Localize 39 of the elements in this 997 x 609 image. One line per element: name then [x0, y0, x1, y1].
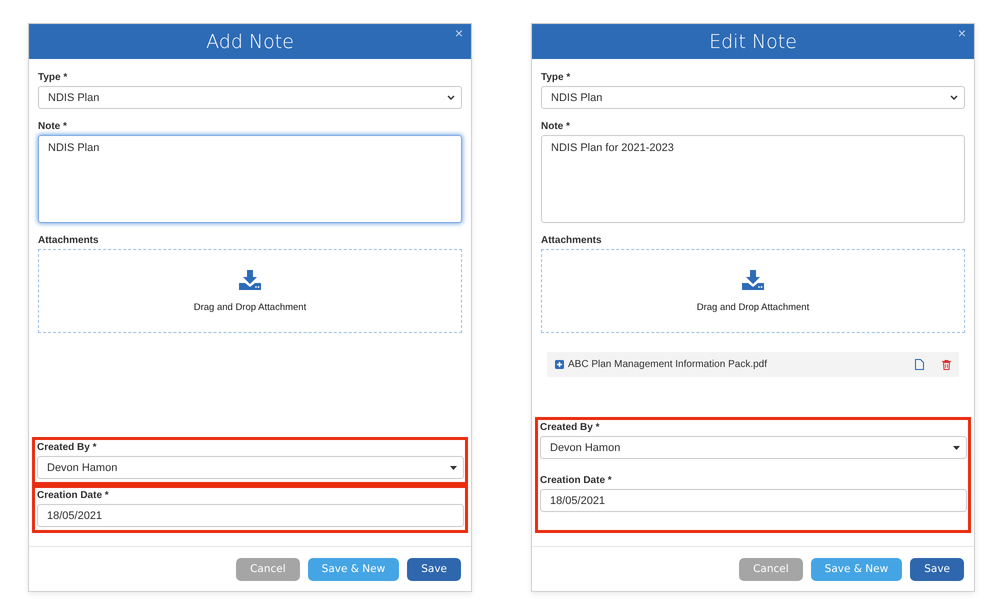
type-select[interactable]: NDIS Plan	[541, 86, 965, 109]
close-button[interactable]: ×	[958, 26, 966, 40]
download-icon	[742, 270, 764, 290]
dialog-title: Edit Note	[709, 30, 797, 52]
plus-square-icon[interactable]	[555, 360, 564, 369]
caret-down-icon	[953, 446, 960, 450]
field-label: Note *	[38, 121, 68, 132]
note-textarea[interactable]: NDIS Plan	[38, 135, 462, 223]
file-name: ABC Plan Management Information Pack.pdf	[568, 359, 768, 370]
date-field[interactable]: 18/05/2021	[540, 489, 967, 512]
field-label: Type *	[38, 72, 68, 83]
save-button[interactable]: Save	[407, 558, 461, 580]
field-label: Creation Date *	[540, 475, 613, 486]
attachment-row[interactable]: ABC Plan Management Information Pack.pdf	[547, 352, 959, 377]
date-field[interactable]: 18/05/2021	[37, 504, 464, 527]
field-label: Type *	[541, 72, 572, 83]
download-icon	[239, 270, 261, 290]
chevron-down-icon	[950, 94, 958, 100]
field-label: Created By *	[540, 422, 600, 433]
dialog-title: Add Note	[206, 30, 294, 52]
field-label: Note *	[541, 121, 571, 132]
drop-zone[interactable]: Drag and Drop Attachment	[38, 249, 462, 333]
document-icon[interactable]	[915, 359, 924, 370]
field-label: Attachments	[541, 235, 603, 246]
created-by-select[interactable]: Devon Hamon	[37, 456, 464, 479]
created-by-select[interactable]: Devon Hamon	[540, 436, 967, 459]
drop-zone[interactable]: Drag and Drop Attachment	[541, 249, 965, 333]
field-label: Attachments	[38, 235, 100, 246]
close-button[interactable]: ×	[454, 26, 463, 40]
drop-zone-text: Drag and Drop Attachment	[696, 302, 810, 312]
note-textarea[interactable]: NDIS Plan for 2021-2023	[541, 135, 965, 223]
field-label: Creation Date *	[37, 490, 110, 501]
field-label: Created By *	[37, 442, 98, 453]
caret-down-icon	[450, 466, 457, 470]
drop-zone-text: Drag and Drop Attachment	[194, 302, 306, 312]
type-select[interactable]: NDIS Plan	[38, 86, 462, 109]
chevron-down-icon	[447, 94, 455, 100]
trash-icon[interactable]	[942, 360, 951, 370]
save-button[interactable]: Save	[910, 558, 964, 580]
